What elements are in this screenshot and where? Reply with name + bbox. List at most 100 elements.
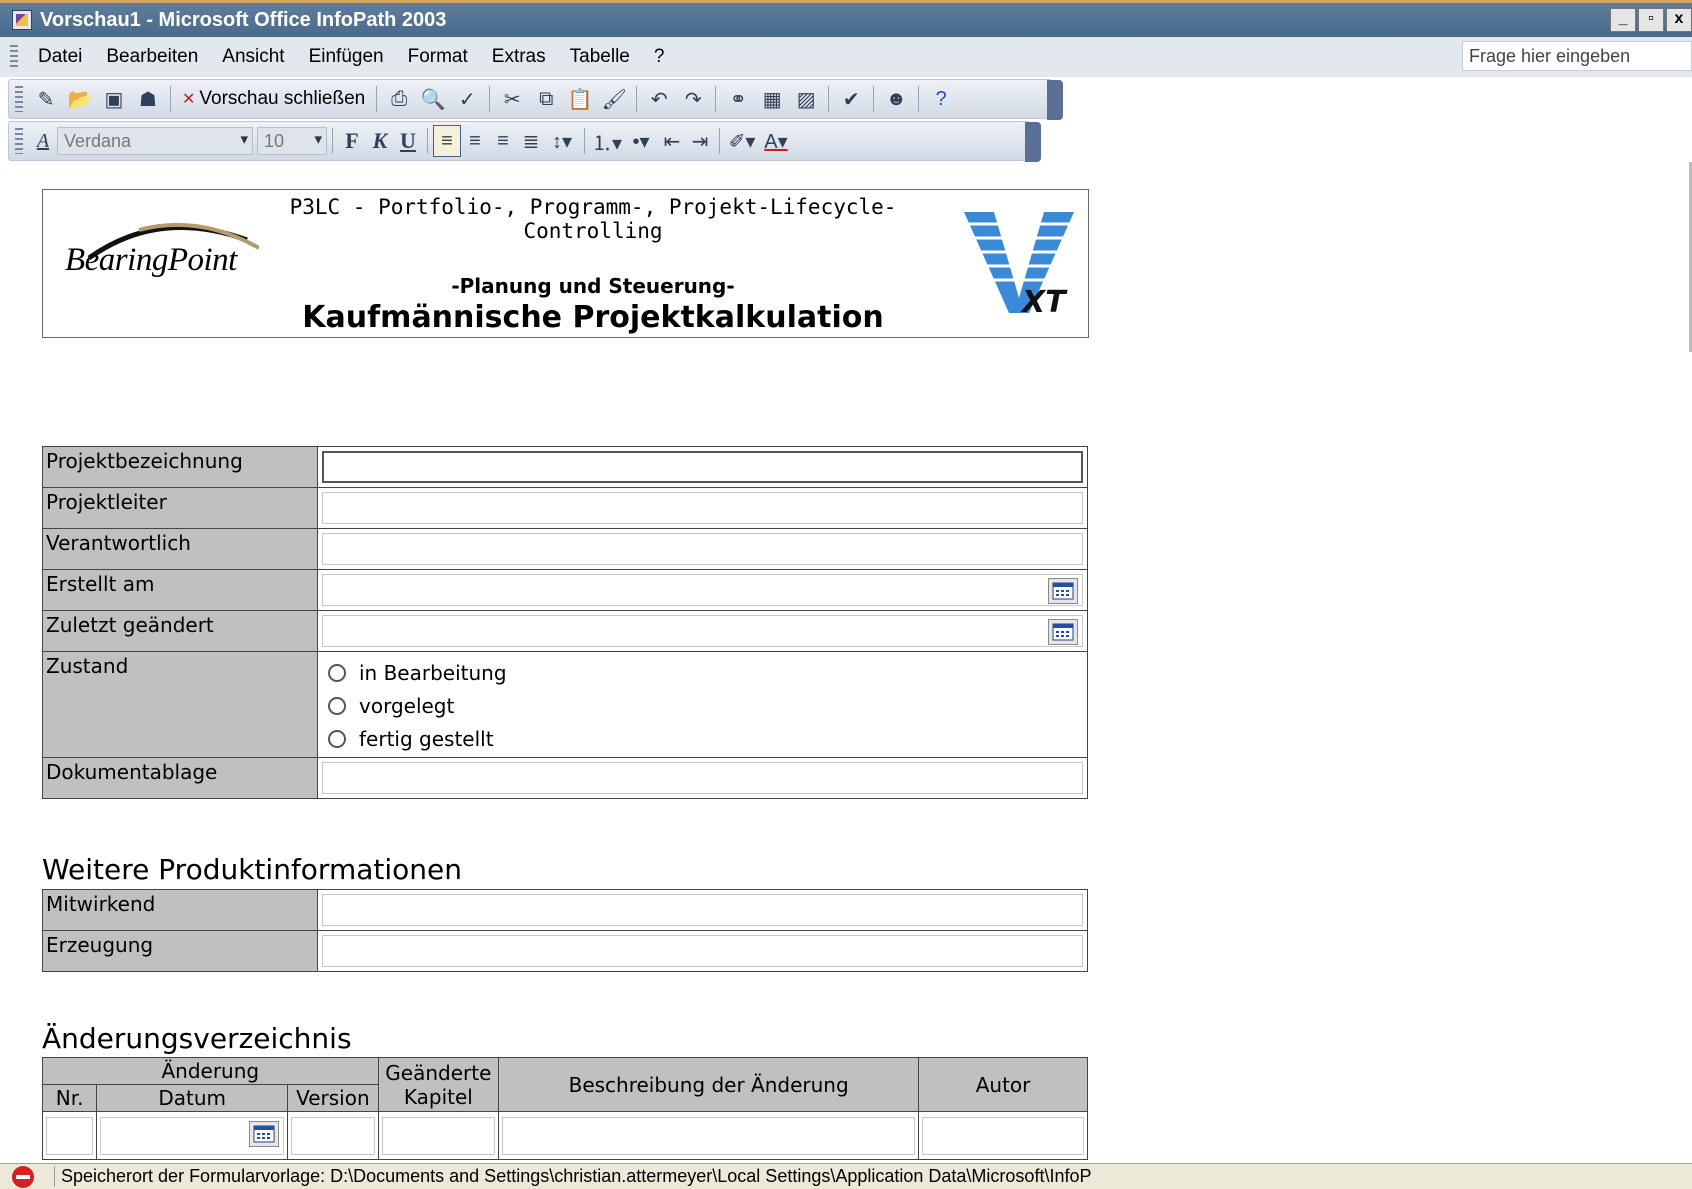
close-button[interactable]: x bbox=[1666, 8, 1692, 32]
undo-icon[interactable]: ↶ bbox=[642, 83, 676, 115]
font-name-select[interactable]: Verdana bbox=[57, 127, 253, 155]
numbering-icon[interactable]: ⒈▾ bbox=[590, 125, 624, 157]
projektleiter-input[interactable] bbox=[322, 492, 1083, 524]
toolbar-grip-handle[interactable] bbox=[15, 86, 23, 112]
save-icon[interactable]: ▣ bbox=[97, 83, 131, 115]
toolbar-options-handle[interactable] bbox=[1047, 80, 1063, 120]
table-row: Dokumentablage bbox=[42, 757, 1088, 799]
calendar-icon[interactable] bbox=[249, 1120, 280, 1147]
maximize-button[interactable]: ▫ bbox=[1638, 8, 1664, 32]
radio-option-fertig-gestellt[interactable]: fertig gestellt bbox=[322, 722, 1083, 755]
justify-icon[interactable]: ≣ bbox=[517, 125, 545, 157]
styles-icon[interactable]: A bbox=[29, 125, 57, 157]
radio-option-vorgelegt[interactable]: vorgelegt bbox=[322, 689, 1083, 722]
menu-einfuegen[interactable]: Einfügen bbox=[297, 46, 396, 68]
font-color-icon[interactable]: A▾ bbox=[759, 125, 793, 157]
line-spacing-icon[interactable]: ↕▾ bbox=[545, 125, 579, 157]
toolbar-separator bbox=[489, 86, 491, 112]
status-bar: Speicherort der Formularvorlage: D:\Docu… bbox=[0, 1163, 1692, 1189]
radio-button[interactable] bbox=[328, 663, 346, 682]
verantwortlich-input[interactable] bbox=[322, 533, 1083, 565]
toolbar-options-handle[interactable] bbox=[1025, 122, 1041, 162]
radio-button[interactable] bbox=[328, 696, 346, 715]
menu-tabelle[interactable]: Tabelle bbox=[558, 46, 642, 68]
menu-grip-handle[interactable] bbox=[10, 45, 18, 69]
stop-icon bbox=[12, 1165, 34, 1188]
radio-option-in-bearbeitung[interactable]: in Bearbeitung bbox=[322, 656, 1083, 689]
design-form-icon[interactable]: ✎ bbox=[29, 83, 63, 115]
hyperlink-icon[interactable]: ⚭ bbox=[721, 83, 755, 115]
calendar-icon[interactable] bbox=[1048, 578, 1078, 604]
projektbezeichnung-input[interactable] bbox=[322, 451, 1083, 483]
menu-extras[interactable]: Extras bbox=[480, 46, 558, 68]
align-left-icon[interactable]: ≡ bbox=[433, 125, 461, 157]
minimize-button[interactable]: _ bbox=[1610, 8, 1636, 32]
italic-button[interactable]: K bbox=[366, 125, 394, 157]
paste-icon[interactable]: 📋 bbox=[563, 83, 597, 115]
toolbar-grip-handle[interactable] bbox=[15, 128, 23, 154]
header-geaenderte-kapitel: Geänderte Kapitel bbox=[377, 1057, 500, 1112]
menu-bearbeiten[interactable]: Bearbeiten bbox=[94, 46, 210, 68]
zuletzt-geaendert-date-input[interactable] bbox=[322, 615, 1083, 647]
dokumentablage-input[interactable] bbox=[322, 762, 1083, 794]
calendar-icon[interactable] bbox=[1048, 619, 1078, 645]
erstellt-am-date-input[interactable] bbox=[322, 574, 1083, 606]
calendar-glyph bbox=[1052, 582, 1074, 600]
menu-format[interactable]: Format bbox=[396, 46, 480, 68]
toolbar-separator bbox=[332, 128, 333, 154]
mitwirkend-input[interactable] bbox=[322, 894, 1083, 926]
user-icon[interactable]: ☻ bbox=[879, 83, 913, 115]
menu-datei[interactable]: Datei bbox=[26, 46, 94, 68]
table-icon[interactable]: ▦ bbox=[755, 83, 789, 115]
kapitel-input[interactable] bbox=[381, 1116, 496, 1155]
toolbar-separator bbox=[584, 128, 585, 154]
highlight-icon[interactable]: ✐▾ bbox=[725, 125, 759, 157]
menu-help[interactable]: ? bbox=[642, 46, 677, 68]
autor-input[interactable] bbox=[922, 1116, 1084, 1155]
bold-button[interactable]: F bbox=[338, 125, 366, 157]
open-folder-icon[interactable]: 📂 bbox=[63, 83, 97, 115]
redo-icon[interactable]: ↷ bbox=[676, 83, 710, 115]
field-cell bbox=[317, 757, 1088, 799]
title-bar: Vorschau1 - Microsoft Office InfoPath 20… bbox=[0, 3, 1692, 37]
field-cell bbox=[317, 528, 1088, 570]
field-cell bbox=[317, 446, 1088, 488]
erzeugung-input[interactable] bbox=[322, 935, 1083, 967]
help-icon[interactable]: ? bbox=[924, 83, 958, 115]
field-cell bbox=[317, 930, 1088, 972]
nr-input[interactable] bbox=[46, 1116, 94, 1155]
submit-form-icon[interactable]: ✔ bbox=[834, 83, 868, 115]
close-preview-button[interactable]: ✕ Vorschau schließen bbox=[176, 83, 371, 115]
standard-toolbar: ✎ 📂 ▣ ☗ ✕ Vorschau schließen ⎙ 🔍 ✓ ✂ ⧉ 📋… bbox=[8, 79, 1063, 120]
formatting-toolbar: A Verdana 10 F K U ≡ ≡ ≡ ≣ ↕▾ ⒈▾ •▾ ⇤ ⇥ … bbox=[8, 121, 1041, 162]
increase-indent-icon[interactable]: ⇥ bbox=[686, 125, 714, 157]
label-projektbezeichnung: Projektbezeichnung bbox=[42, 446, 318, 488]
bullets-icon[interactable]: •▾ bbox=[624, 125, 658, 157]
table-row: Verantwortlich bbox=[42, 528, 1088, 570]
align-center-icon[interactable]: ≡ bbox=[461, 125, 489, 157]
picture-icon[interactable]: ▨ bbox=[789, 83, 823, 115]
spelling-icon[interactable]: ✓ bbox=[450, 83, 484, 115]
cell-kapitel bbox=[377, 1111, 500, 1160]
cut-icon[interactable]: ✂ bbox=[495, 83, 529, 115]
menu-ansicht[interactable]: Ansicht bbox=[210, 46, 296, 68]
align-right-icon[interactable]: ≡ bbox=[489, 125, 517, 157]
decrease-indent-icon[interactable]: ⇤ bbox=[658, 125, 686, 157]
toolbar-separator bbox=[715, 86, 717, 112]
radio-button[interactable] bbox=[328, 729, 346, 748]
underline-button[interactable]: U bbox=[394, 125, 422, 157]
toolbar-separator bbox=[376, 86, 378, 112]
beschreibung-input[interactable] bbox=[502, 1116, 916, 1155]
format-painter-icon[interactable]: 🖌 bbox=[597, 83, 631, 115]
print-preview-icon[interactable]: 🔍 bbox=[416, 83, 450, 115]
print-icon[interactable]: ⎙ bbox=[382, 83, 416, 115]
font-size-select[interactable]: 10 bbox=[257, 127, 327, 155]
copy-icon[interactable]: ⧉ bbox=[529, 83, 563, 115]
version-input[interactable] bbox=[291, 1116, 375, 1155]
infopath-app-icon[interactable] bbox=[12, 10, 32, 30]
permission-icon[interactable]: ☗ bbox=[131, 83, 165, 115]
radio-label: in Bearbeitung bbox=[359, 660, 507, 685]
window-controls: _ ▫ x bbox=[1610, 8, 1692, 32]
help-search-input[interactable]: Frage hier eingeben bbox=[1462, 41, 1692, 71]
datum-date-input[interactable] bbox=[100, 1116, 285, 1155]
